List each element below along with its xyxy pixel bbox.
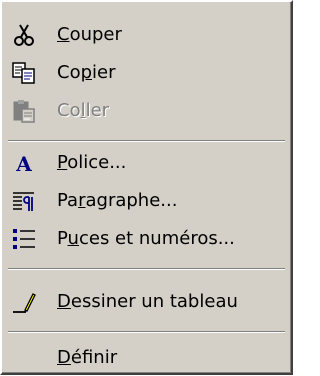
menu-item-copier[interactable]: Copier <box>2 55 291 91</box>
menu-separator <box>8 140 285 142</box>
menu-separator <box>8 331 285 333</box>
svg-text:A: A <box>15 152 32 175</box>
menu-item-label: Couper <box>57 24 122 45</box>
menu-item-couper[interactable]: Couper <box>2 17 291 53</box>
menu-item-label: Coller <box>57 100 110 121</box>
menu-item-label: Dessiner un tableau <box>57 291 238 312</box>
menu-item-label: Paragraphe... <box>57 190 178 211</box>
menu-item-coller[interactable]: Coller <box>2 93 291 129</box>
context-menu: Couper Copier Coller A Police... Paragra… <box>0 0 293 375</box>
scissors-icon <box>12 23 36 47</box>
paste-icon <box>12 99 36 123</box>
bullets-icon <box>12 227 36 251</box>
menu-separator <box>8 268 285 270</box>
menu-item-label: Copier <box>57 62 116 83</box>
copy-icon <box>12 61 36 85</box>
draw-table-icon <box>12 290 36 314</box>
menu-item-definir[interactable]: Définir <box>2 340 291 376</box>
menu-item-label: Police... <box>57 152 127 173</box>
menu-item-label: Définir <box>57 347 118 368</box>
menu-item-paragraphe[interactable]: Paragraphe... <box>2 183 291 219</box>
menu-item-police[interactable]: A Police... <box>2 145 291 181</box>
font-icon: A <box>12 151 36 176</box>
menu-item-label: Puces et numéros... <box>57 228 235 249</box>
menu-item-puces[interactable]: Puces et numéros... <box>2 221 291 257</box>
menu-item-dessiner-tableau[interactable]: Dessiner un tableau <box>2 284 291 320</box>
paragraph-icon <box>12 189 36 213</box>
